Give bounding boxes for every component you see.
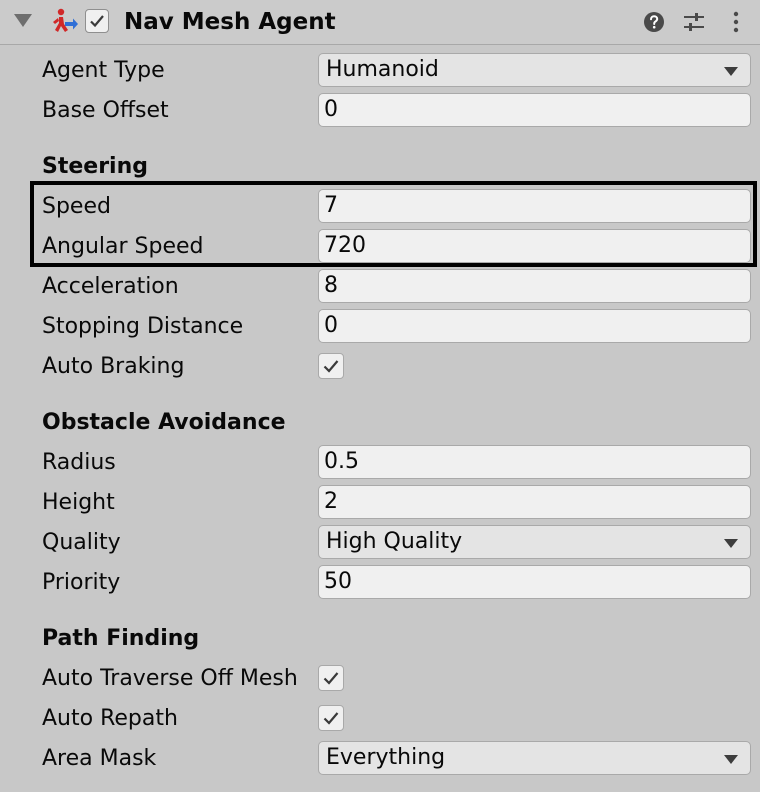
- base-offset-label: Base Offset: [42, 98, 169, 123]
- stopping-distance-label: Stopping Distance: [42, 314, 244, 339]
- auto-braking-label: Auto Braking: [42, 354, 185, 379]
- quality-value: High Quality: [326, 529, 463, 554]
- auto-traverse-label: Auto Traverse Off Mesh: [42, 666, 298, 691]
- kebab-menu-icon[interactable]: [724, 10, 748, 34]
- dropdown-arrow-icon: [724, 67, 738, 76]
- agent-type-label: Agent Type: [42, 58, 165, 83]
- check-icon: [90, 15, 104, 28]
- auto-repath-label: Auto Repath: [42, 706, 178, 731]
- preset-icon[interactable]: [682, 10, 706, 34]
- component-header: Nav Mesh Agent: [0, 0, 760, 45]
- priority-field[interactable]: 50: [318, 565, 751, 599]
- highlight-box: [30, 181, 757, 267]
- priority-label: Priority: [42, 570, 121, 595]
- auto-braking-checkbox[interactable]: [318, 353, 344, 379]
- quality-dropdown[interactable]: High Quality: [318, 525, 751, 559]
- obstacle-avoidance-section-title: Obstacle Avoidance: [42, 410, 286, 435]
- radius-label: Radius: [42, 450, 116, 475]
- nav-agent-icon: [53, 8, 78, 32]
- check-icon: [323, 712, 339, 725]
- area-mask-dropdown[interactable]: Everything: [318, 741, 751, 775]
- component-title: Nav Mesh Agent: [124, 9, 336, 35]
- component-enabled-checkbox[interactable]: [85, 9, 109, 33]
- foldout-arrow-icon[interactable]: [14, 14, 32, 27]
- steering-section-title: Steering: [42, 154, 149, 179]
- height-label: Height: [42, 490, 115, 515]
- acceleration-label: Acceleration: [42, 274, 179, 299]
- radius-field[interactable]: 0.5: [318, 445, 751, 479]
- check-icon: [323, 360, 339, 373]
- base-offset-field[interactable]: 0: [318, 93, 751, 127]
- dropdown-arrow-icon: [724, 539, 738, 548]
- height-field[interactable]: 2: [318, 485, 751, 519]
- area-mask-label: Area Mask: [42, 746, 157, 771]
- path-finding-section-title: Path Finding: [42, 626, 200, 651]
- check-icon: [323, 672, 339, 685]
- stopping-distance-field[interactable]: 0: [318, 309, 751, 343]
- help-icon[interactable]: [642, 10, 666, 34]
- quality-label: Quality: [42, 530, 121, 555]
- agent-type-dropdown[interactable]: Humanoid: [318, 53, 751, 87]
- area-mask-value: Everything: [326, 745, 446, 770]
- acceleration-field[interactable]: 8: [318, 269, 751, 303]
- agent-type-value: Humanoid: [326, 57, 439, 82]
- dropdown-arrow-icon: [724, 755, 738, 764]
- auto-traverse-checkbox[interactable]: [318, 665, 344, 691]
- auto-repath-checkbox[interactable]: [318, 705, 344, 731]
